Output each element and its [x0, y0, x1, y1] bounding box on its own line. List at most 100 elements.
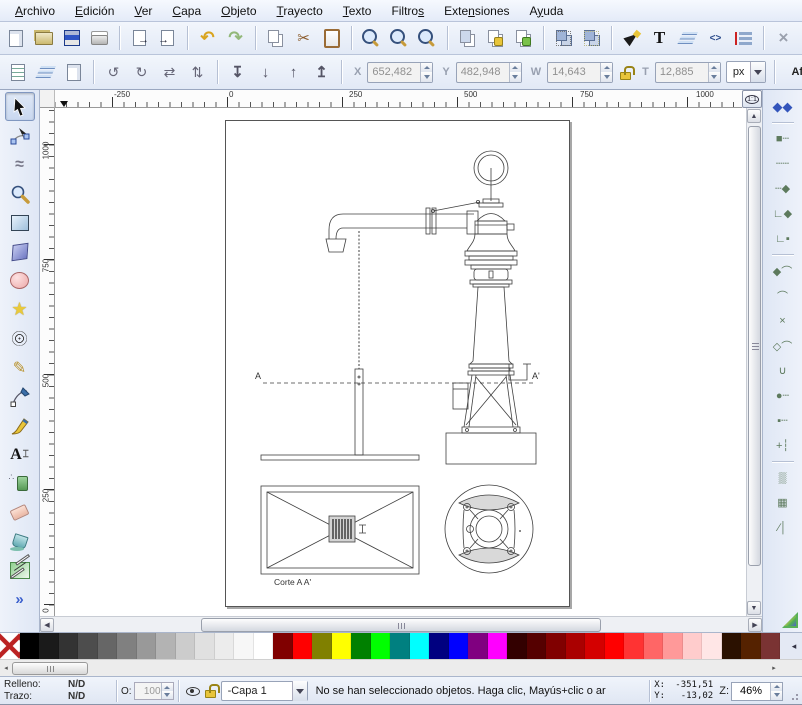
deselect-icon[interactable] — [62, 61, 85, 84]
redo-icon[interactable]: ↷ — [224, 27, 247, 50]
tool-eraser[interactable] — [5, 498, 35, 527]
zoom-1to1-corner-button[interactable]: 1:1 — [742, 90, 762, 108]
palette-swatch[interactable] — [468, 633, 488, 659]
undo-icon[interactable]: ↶ — [196, 27, 219, 50]
palette-swatch[interactable] — [254, 633, 274, 659]
snap-grids[interactable]: ▦ — [770, 490, 796, 515]
snap-bbox-edge-midpoints[interactable]: ∟◆ — [770, 201, 796, 226]
unit-dropdown[interactable]: px — [726, 61, 767, 83]
snap-bbox-corners[interactable]: ┄◆ — [770, 176, 796, 201]
x-input[interactable] — [368, 64, 420, 81]
tool-gradient[interactable] — [5, 556, 35, 585]
align-dialog-icon[interactable] — [732, 27, 755, 50]
tool-bezier-pen[interactable] — [5, 382, 35, 411]
menu-capa[interactable]: Capa — [163, 2, 210, 20]
menu-archivo[interactable]: Archivo — [6, 2, 64, 20]
x-field[interactable] — [367, 62, 433, 83]
height-spinner[interactable] — [708, 63, 720, 82]
y-field[interactable] — [456, 62, 522, 83]
cut-icon[interactable]: ✂ — [292, 27, 315, 50]
import-icon[interactable] — [128, 27, 151, 50]
tool-selector[interactable] — [5, 92, 35, 121]
unlink-clone-icon[interactable] — [512, 27, 535, 50]
menu-texto[interactable]: Texto — [334, 2, 381, 20]
export-icon[interactable] — [156, 27, 179, 50]
opacity-input[interactable] — [135, 686, 161, 697]
palette-swatch[interactable] — [566, 633, 586, 659]
save-document-icon[interactable] — [60, 27, 83, 50]
palette-swatch[interactable] — [585, 633, 605, 659]
palette-swatch[interactable] — [429, 633, 449, 659]
tool-spray[interactable] — [5, 469, 35, 498]
snap-to-paths[interactable]: ⌒ — [770, 283, 796, 308]
new-document-icon[interactable] — [4, 27, 27, 50]
palette-swatch[interactable] — [78, 633, 98, 659]
menu-objeto[interactable]: Objeto — [212, 2, 265, 20]
height-input[interactable] — [656, 64, 708, 81]
snap-object-centers[interactable]: ▪┄ — [770, 408, 796, 433]
tool-rectangle[interactable] — [5, 208, 35, 237]
zoom-input[interactable] — [732, 685, 770, 697]
x-spinner[interactable] — [420, 63, 432, 82]
ungroup-icon[interactable] — [580, 27, 603, 50]
snap-path-intersections[interactable]: × — [770, 308, 796, 333]
snap-nodes[interactable]: ◆⌒ — [770, 258, 796, 283]
tool-spiral[interactable] — [5, 324, 35, 353]
palette-swatch[interactable] — [176, 633, 196, 659]
menu-ver[interactable]: Ver — [125, 2, 161, 20]
menu-edicin[interactable]: Edición — [66, 2, 123, 20]
tool-tweak[interactable]: ≈ — [5, 150, 35, 179]
open-document-icon[interactable] — [32, 27, 55, 50]
palette-scrollbar[interactable]: ◂ ▸ — [0, 659, 802, 676]
palette-swatch[interactable] — [293, 633, 313, 659]
palette-swatch-none[interactable] — [0, 633, 20, 659]
snap-rotation-centers[interactable]: +┆ — [770, 433, 796, 458]
palette-swatch[interactable] — [156, 633, 176, 659]
palette-swatch[interactable] — [624, 633, 644, 659]
snap-guides[interactable]: ∕│ — [770, 515, 796, 540]
horizontal-scrollbar-thumb[interactable] — [201, 618, 601, 632]
snap-cusp-nodes[interactable]: ◇⌒ — [770, 333, 796, 358]
palette-swatch[interactable] — [644, 633, 664, 659]
create-clone-icon[interactable] — [484, 27, 507, 50]
zoom-drawing-icon[interactable] — [388, 27, 411, 50]
palette-swatch[interactable] — [546, 633, 566, 659]
tool-more[interactable]: » — [5, 585, 35, 614]
layers-dialog-icon[interactable] — [676, 27, 699, 50]
width-input[interactable] — [548, 64, 600, 81]
palette-swatch[interactable] — [351, 633, 371, 659]
menu-extensiones[interactable]: Extensiones — [435, 2, 518, 20]
palette-swatch[interactable] — [215, 633, 235, 659]
zoom-field[interactable] — [731, 682, 783, 701]
vertical-ruler[interactable]: 10007505002500 — [40, 108, 55, 616]
rotate-cw-icon[interactable]: ↻ — [130, 61, 153, 84]
preferences-icon[interactable]: × — [772, 27, 795, 50]
tool-ellipse[interactable] — [5, 266, 35, 295]
window-resize-grip[interactable] — [786, 688, 800, 702]
palette-swatch[interactable] — [371, 633, 391, 659]
palette-swatch[interactable] — [663, 633, 683, 659]
palette-swatch[interactable] — [137, 633, 157, 659]
palette-swatch[interactable] — [722, 633, 742, 659]
zoom-page-icon[interactable] — [416, 27, 439, 50]
raise-to-top-icon[interactable]: ↥ — [310, 61, 333, 84]
palette-swatch[interactable] — [195, 633, 215, 659]
opacity-field[interactable] — [134, 682, 174, 700]
snap-line-midpoints[interactable]: ●┄ — [770, 383, 796, 408]
palette-swatch[interactable] — [117, 633, 137, 659]
vertical-scrollbar[interactable]: ▲ ▼ — [746, 108, 762, 616]
width-field[interactable] — [547, 62, 613, 83]
lower-icon[interactable]: ↓ — [254, 61, 277, 84]
palette-scroll-right-button[interactable]: ▸ — [768, 662, 780, 675]
y-input[interactable] — [457, 64, 509, 81]
palette-swatch[interactable] — [507, 633, 527, 659]
palette-swatch[interactable] — [410, 633, 430, 659]
palette-scrollbar-thumb[interactable] — [12, 662, 88, 675]
palette-swatch[interactable] — [20, 633, 40, 659]
select-all-icon[interactable] — [6, 61, 29, 84]
paste-icon[interactable] — [320, 27, 343, 50]
palette-scroll-left-button[interactable]: ◂ — [0, 662, 12, 675]
layer-dropdown-arrow[interactable] — [292, 681, 307, 701]
snap-bbox-edges[interactable]: ┄┄ — [770, 151, 796, 176]
layer-visibility-eye-icon[interactable] — [186, 687, 200, 696]
